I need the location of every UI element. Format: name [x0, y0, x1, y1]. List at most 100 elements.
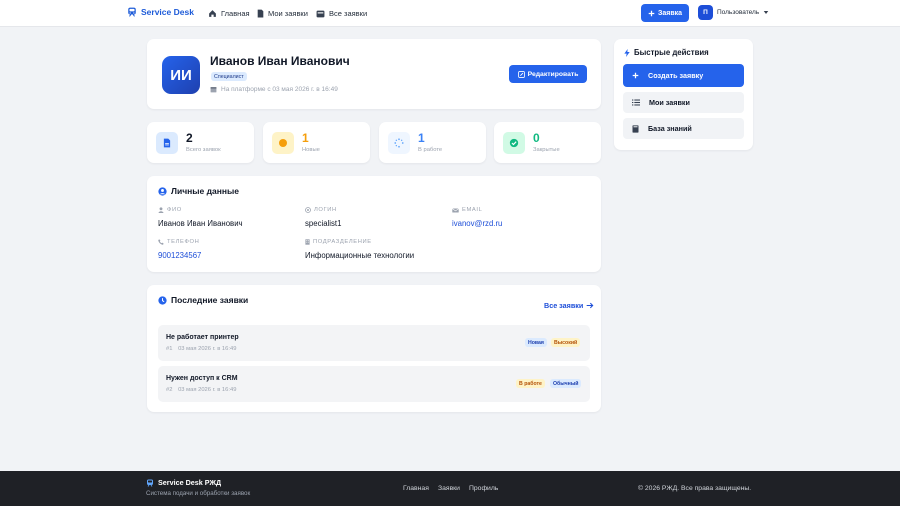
stat-value: 0	[533, 131, 540, 145]
request-date: 03 мая 2026 г. в 16:49	[178, 346, 237, 352]
request-date: 03 мая 2026 г. в 16:49	[178, 387, 237, 393]
top-navbar: Service Desk Главная Мои заявки Все заяв…	[0, 0, 900, 27]
clock-icon	[158, 295, 167, 305]
user-name: Пользователь	[717, 9, 760, 16]
train-icon	[146, 479, 154, 487]
all-requests-link[interactable]: Все заявки	[544, 301, 594, 310]
stat-label: В работе	[418, 147, 443, 153]
my-requests-button[interactable]: Мои заявки	[623, 92, 744, 113]
dot-icon	[272, 132, 294, 154]
stat-value: 1	[418, 131, 425, 145]
request-meta: #2 03 мая 2026 г. в 16:49	[166, 387, 236, 393]
nav-link-label: Главная	[221, 9, 250, 18]
footer: Service Desk РЖД Система подачи и обрабо…	[0, 471, 900, 506]
building-icon	[305, 239, 310, 245]
phone-icon	[158, 239, 164, 245]
recent-requests-title-text: Последние заявки	[171, 295, 249, 305]
profile-card: ИИ Иванов Иван Иванович Специалист На пл…	[147, 39, 601, 109]
footer-brand: Service Desk РЖД	[146, 478, 221, 487]
edit-label: Редактировать	[527, 70, 579, 78]
footer-copyright: © 2026 РЖД. Все права защищены.	[638, 485, 752, 492]
lightning-icon	[624, 48, 630, 57]
request-number: #2	[166, 387, 173, 393]
field-label-text: ТЕЛЕФОН	[167, 239, 200, 245]
new-request-label: Заявка	[657, 9, 683, 17]
document-icon	[257, 9, 264, 18]
brand-logo[interactable]: Service Desk	[127, 7, 194, 17]
nav-link-my-requests[interactable]: Мои заявки	[257, 9, 308, 18]
knowledge-base-label: База знаний	[648, 124, 692, 133]
member-since: На платформе с 03 мая 2026 г. в 16:49	[210, 86, 338, 93]
spinner-icon	[388, 132, 410, 154]
profile-name: Иванов Иван Иванович	[210, 54, 350, 68]
request-meta: #1 03 мая 2026 г. в 16:49	[166, 346, 236, 352]
profile-avatar: ИИ	[162, 56, 200, 94]
brand-name: Service Desk	[141, 7, 194, 17]
stat-label: Всего заявок	[186, 147, 221, 153]
edit-icon	[517, 70, 525, 78]
request-number: #1	[166, 346, 173, 352]
field-label-fio: ФИО	[158, 207, 182, 213]
field-value-email[interactable]: ivanov@rzd.ru	[452, 219, 502, 228]
request-title: Не работает принтер	[166, 334, 239, 341]
priority-badge: Высокий	[551, 338, 581, 347]
quick-actions-card: Быстрые действия Создать заявку Мои заяв…	[614, 39, 753, 150]
footer-link-profile[interactable]: Профиль	[469, 485, 498, 492]
caret-down-icon	[763, 10, 769, 15]
user-menu[interactable]: П Пользователь	[698, 5, 769, 20]
field-label-text: ПОДРАЗДЕЛЕНИЕ	[313, 239, 372, 245]
request-item[interactable]: Не работает принтер #1 03 мая 2026 г. в …	[158, 325, 590, 361]
field-label-email: EMAIL	[452, 207, 482, 213]
footer-subtitle: Система подачи и обработки заявок	[146, 490, 251, 497]
field-label-text: EMAIL	[462, 207, 483, 213]
new-request-button[interactable]: Заявка	[641, 4, 689, 22]
nav-link-all-requests[interactable]: Все заявки	[316, 9, 367, 18]
plus-icon	[632, 72, 639, 79]
plus-icon	[648, 10, 655, 17]
quick-actions-title: Быстрые действия	[624, 48, 709, 57]
edit-profile-button[interactable]: Редактировать	[509, 65, 587, 83]
check-circle-icon	[503, 132, 525, 154]
stat-label: Закрытые	[533, 147, 560, 153]
create-request-label: Создать заявку	[648, 71, 704, 80]
stat-card-closed: 0 Закрытые	[494, 122, 601, 163]
personal-data-card: Личные данные ФИО Иванов Иван Иванович Л…	[147, 176, 601, 272]
footer-link-requests[interactable]: Заявки	[438, 485, 460, 492]
field-label-login: ЛОГИН	[305, 207, 337, 213]
status-badge: Новая	[525, 338, 547, 347]
nav-link-home[interactable]: Главная	[208, 9, 250, 18]
role-badge: Специалист	[211, 72, 247, 81]
envelope-icon	[452, 207, 459, 213]
request-item[interactable]: Нужен доступ к CRM #2 03 мая 2026 г. в 1…	[158, 366, 590, 402]
personal-data-title: Личные данные	[158, 186, 239, 196]
footer-brand-text: Service Desk РЖД	[158, 478, 222, 487]
member-since-text: На платформе с 03 мая 2026 г. в 16:49	[221, 86, 338, 93]
status-badge: В работе	[516, 379, 545, 388]
train-icon	[127, 7, 137, 17]
field-value-department: Информационные технологии	[305, 251, 415, 260]
document-icon	[156, 132, 178, 154]
field-value-phone[interactable]: 9001234567	[158, 251, 201, 260]
knowledge-base-button[interactable]: База знаний	[623, 118, 744, 139]
stat-card-total: 2 Всего заявок	[147, 122, 254, 163]
user-circle-icon	[158, 186, 167, 196]
personal-data-title-text: Личные данные	[171, 186, 239, 196]
field-label-phone: ТЕЛЕФОН	[158, 239, 199, 245]
book-icon	[632, 124, 639, 133]
stat-value: 1	[302, 131, 309, 145]
field-value-login: specialist1	[305, 219, 342, 228]
nav-link-label: Мои заявки	[268, 9, 308, 18]
footer-link-home[interactable]: Главная	[403, 485, 429, 492]
home-icon	[208, 9, 217, 18]
my-requests-label: Мои заявки	[649, 98, 690, 107]
recent-requests-title: Последние заявки	[158, 295, 248, 305]
create-request-button[interactable]: Создать заявку	[623, 64, 744, 87]
inbox-icon	[316, 10, 325, 18]
field-value-fio: Иванов Иван Иванович	[158, 219, 243, 228]
recent-requests-card: Последние заявки Все заявки Не работает …	[147, 285, 601, 412]
avatar: П	[698, 5, 713, 20]
field-label-text: ЛОГИН	[314, 207, 337, 213]
arrow-right-icon	[586, 302, 594, 309]
user-icon	[158, 207, 164, 213]
list-icon	[632, 99, 640, 106]
